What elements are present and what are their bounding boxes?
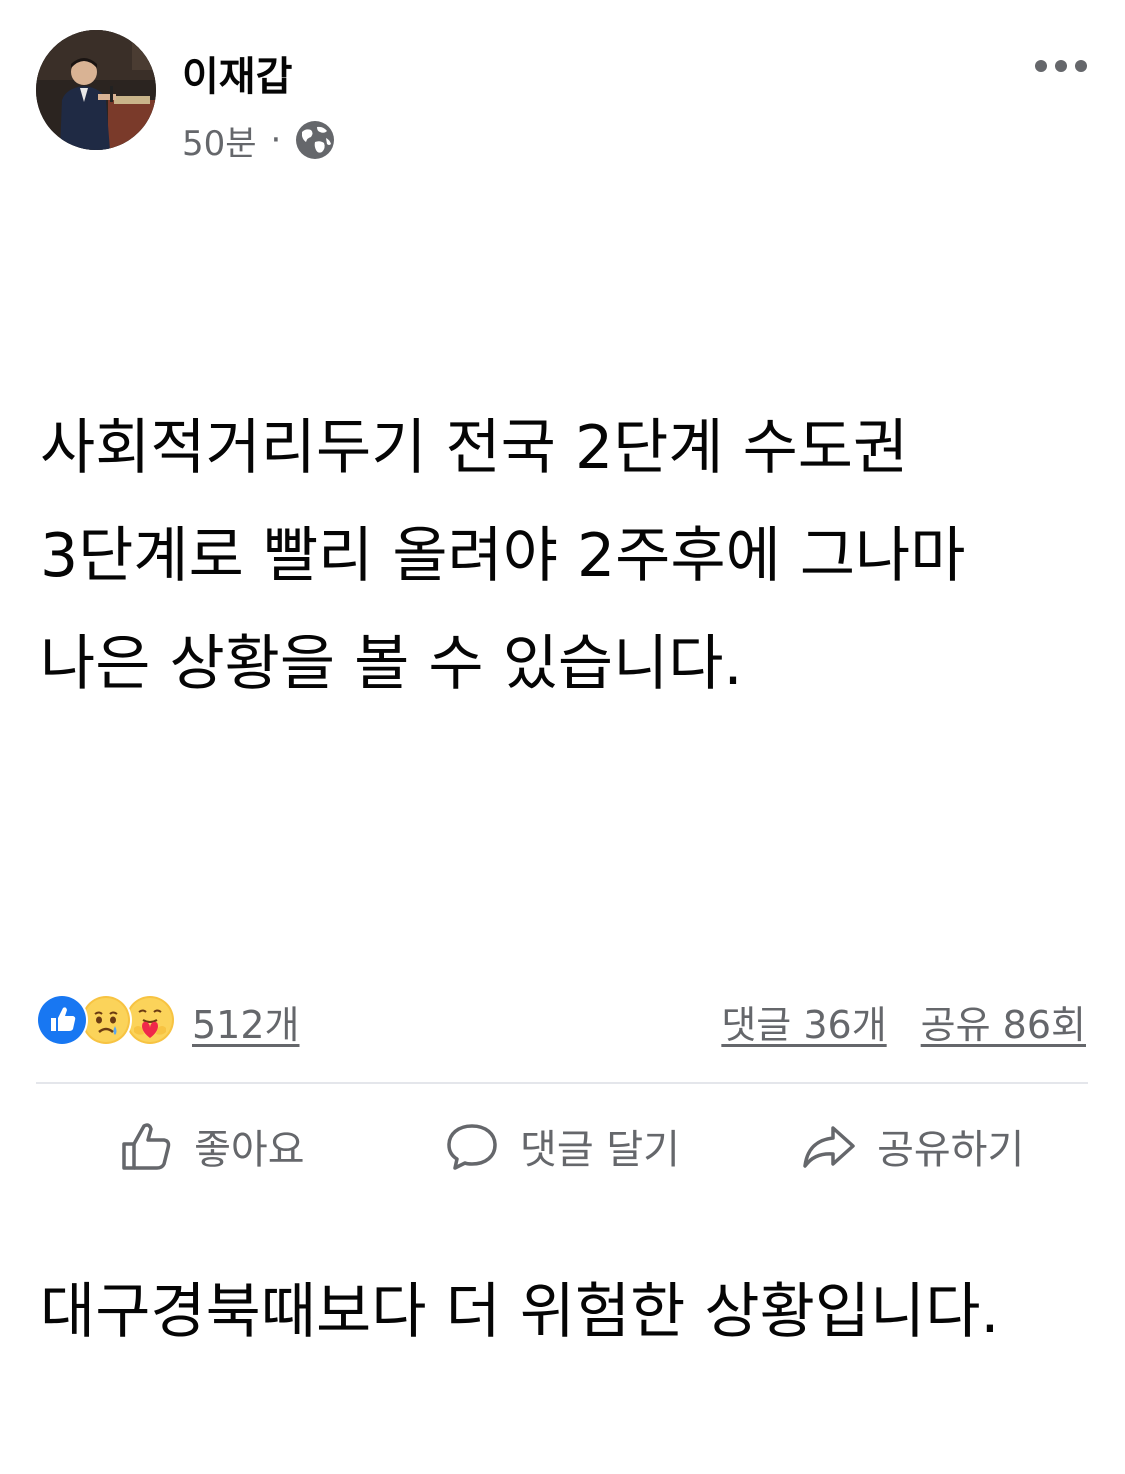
author-name[interactable]: 이재갑 <box>182 44 292 102</box>
post-time[interactable]: 50분 <box>182 116 257 165</box>
post-text: 사회적거리두기 전국 2단계 수도권 3단계로 빨리 올려야 2주후에 그나마 … <box>40 178 1090 1474</box>
avatar-image <box>36 30 156 150</box>
post-header: 이재갑 50분 · <box>36 30 1096 164</box>
reaction-summary: 512개 댓글 36개 공유 86회 <box>36 990 1088 1050</box>
more-options-button[interactable] <box>1026 46 1096 86</box>
action-bar: 좋아요 댓글 달기 공유하기 <box>36 1108 1088 1184</box>
globe-icon <box>293 118 337 162</box>
reaction-icons[interactable] <box>36 994 186 1046</box>
more-options-icon <box>1035 60 1087 72</box>
divider <box>36 1082 1088 1084</box>
share-label: 공유하기 <box>877 1127 1025 1173</box>
share-count[interactable]: 공유 86회 <box>921 994 1086 1049</box>
like-button[interactable]: 좋아요 <box>36 1108 387 1184</box>
engagement-counts: 댓글 36개 공유 86회 <box>721 994 1086 1049</box>
post-meta: 50분 · <box>182 116 337 164</box>
comment-label: 댓글 달기 <box>520 1127 680 1173</box>
comment-count[interactable]: 댓글 36개 <box>721 994 886 1049</box>
like-reaction-icon <box>36 994 88 1046</box>
like-label: 좋아요 <box>194 1127 305 1173</box>
comment-button[interactable]: 댓글 달기 <box>387 1108 738 1184</box>
share-arrow-icon <box>801 1118 857 1174</box>
comment-bubble-icon <box>444 1118 500 1174</box>
reaction-count[interactable]: 512개 <box>192 994 300 1049</box>
thumbs-up-icon <box>118 1118 174 1174</box>
post-paragraph: 사회적거리두기 전국 2단계 수도권 3단계로 빨리 올려야 2주후에 그나마 … <box>40 413 985 699</box>
meta-separator: · <box>270 120 282 160</box>
post-paragraph: 대구경북때보다 더 위험한 상황입니다. <box>40 1277 1000 1347</box>
share-button[interactable]: 공유하기 <box>737 1108 1088 1184</box>
avatar[interactable] <box>36 30 156 150</box>
